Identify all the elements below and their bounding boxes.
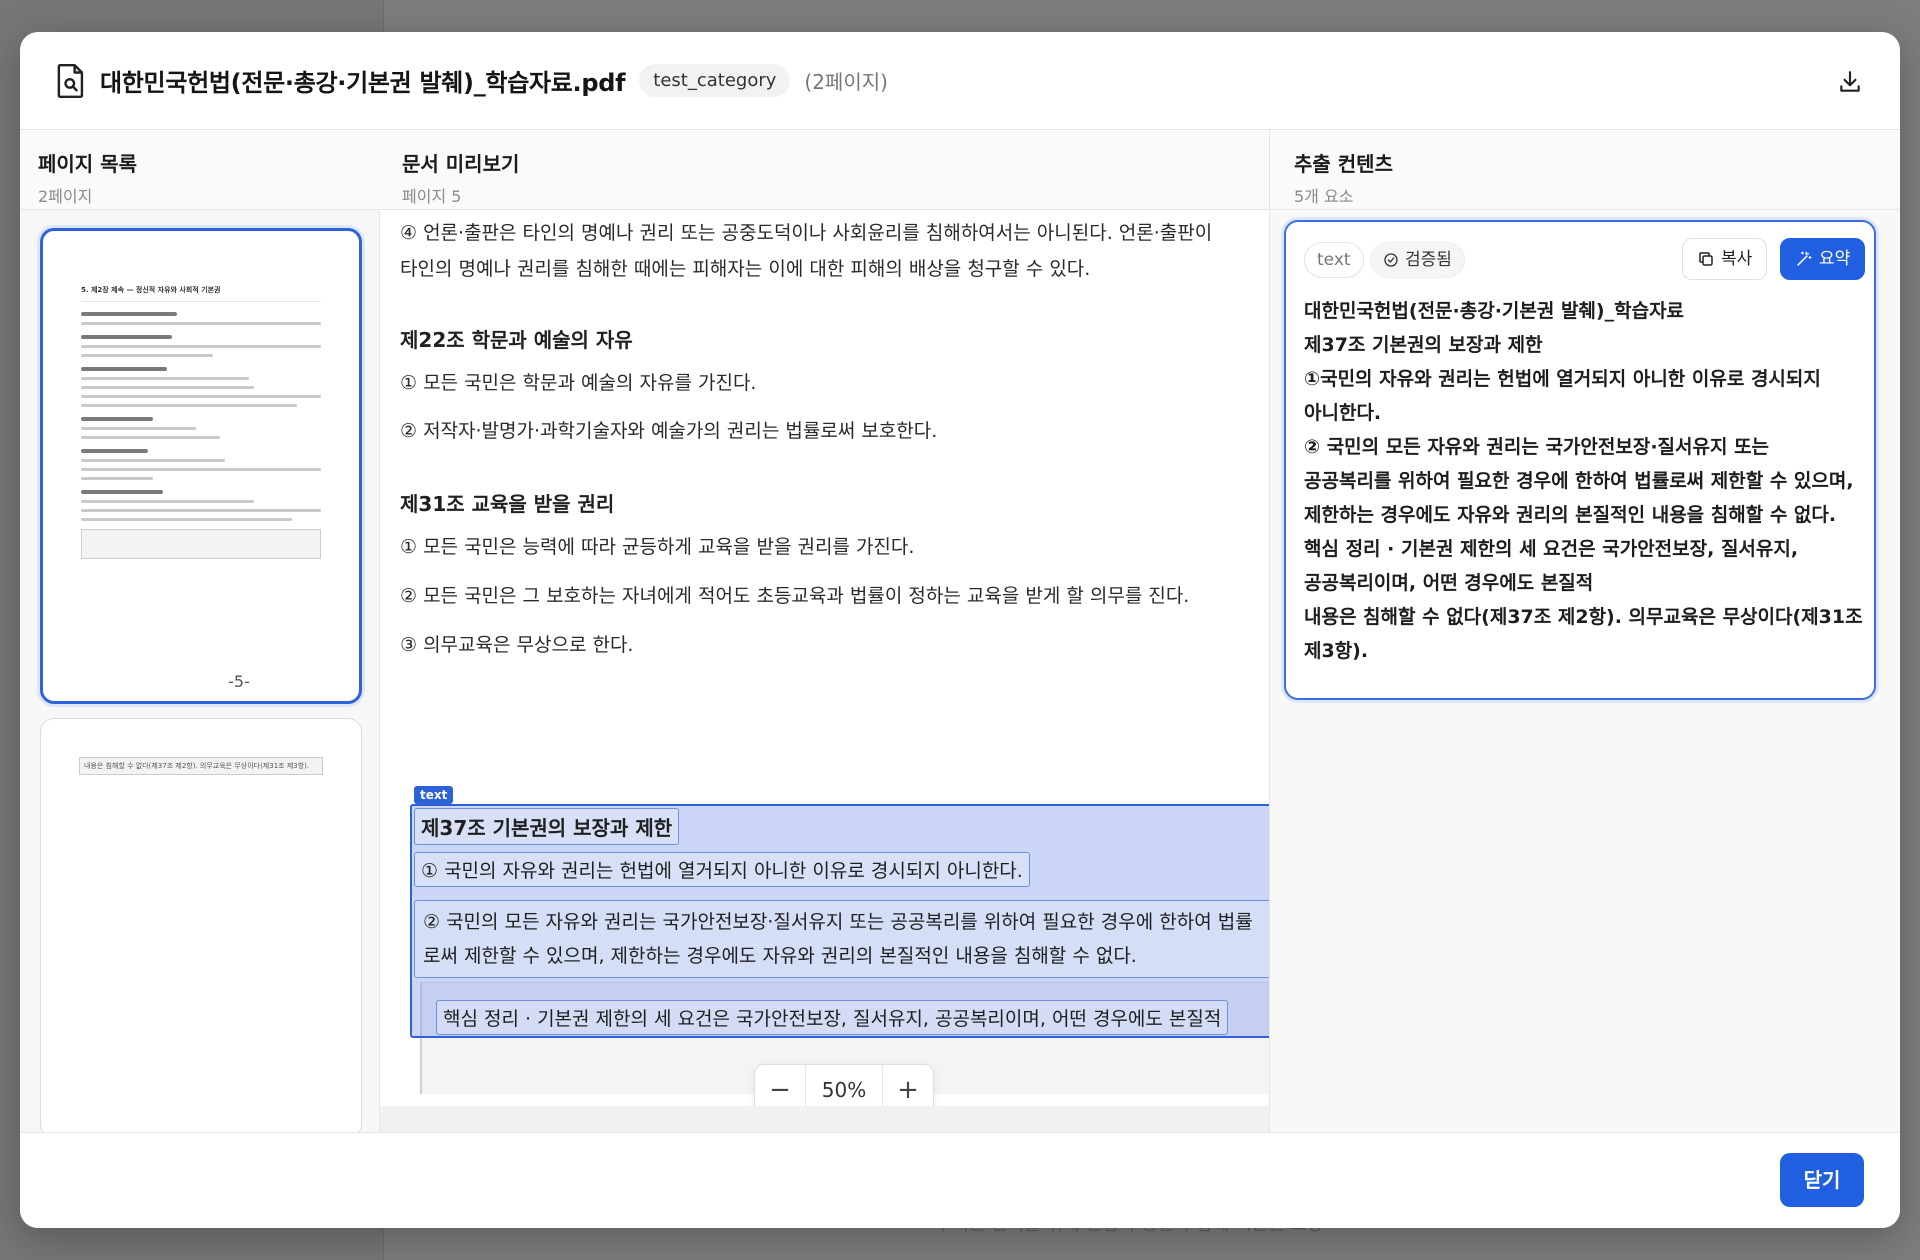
doc-line: ② 모든 국민은 그 보호하는 자녀에게 적어도 초등교육과 법률이 정하는 교… [400, 585, 1190, 607]
clause-2-line-b: 로써 제한할 수 있으며, 제한하는 경우에도 자유와 권리의 본질적인 내용을… [423, 945, 1137, 967]
modal-header: 대한민국헌법(전문·총강·기본권 발췌)_학습자료.pdf test_categ… [20, 32, 1900, 130]
extracted-line: 제3항). [1304, 640, 1369, 662]
file-title: 대한민국헌법(전문·총강·기본권 발췌)_학습자료.pdf [100, 69, 626, 97]
article-37-heading[interactable]: 제37조 기본권의 보장과 제한 [414, 808, 680, 845]
extracted-line: ①국민의 자유와 권리는 헌법에 열거되지 아니한 이유로 경시되지 [1304, 368, 1821, 390]
document-viewer-modal: 대한민국헌법(전문·총강·기본권 발췌)_학습자료.pdf test_categ… [20, 32, 1900, 1228]
zoom-in-button[interactable]: + [883, 1075, 933, 1105]
selected-text-block[interactable]: 제37조 기본권의 보장과 제한 ① 국민의 자유와 권리는 헌법에 열거되지 … [410, 804, 1269, 1038]
verified-label: 검증됨 [1405, 250, 1452, 270]
extracted-line: 제한하는 경우에도 자유와 권리의 본질적인 내용을 침해할 수 없다. [1304, 504, 1837, 526]
category-badge: test_category [639, 64, 791, 97]
extracted-line: 아니한다. [1304, 402, 1382, 424]
doc-line: 타인의 명예나 권리를 침해한 때에는 피해자는 이에 대한 피해의 배상을 청… [400, 258, 1091, 280]
page-thumbnail-6[interactable]: 내용은 침해할 수 없다(제37조 제2항). 의무교육은 무상이다(제31조 … [40, 718, 362, 1138]
preview-scroll-strip [380, 1106, 1269, 1132]
extracted-line: 공공복리를 위하여 필요한 경우에 한하여 법률로써 제한할 수 있으며, [1304, 470, 1854, 492]
callout-text[interactable]: 핵심 정리 · 기본권 제한의 세 요건은 국가안전보장, 질서유지, 공공복리… [436, 1000, 1229, 1035]
selection-type-tag: text [414, 786, 454, 804]
article-22-heading: 제22조 학문과 예술의 자유 [400, 328, 633, 352]
magic-wand-icon [1797, 251, 1812, 266]
extracted-line: 공공복리이며, 어떤 경우에도 본질적 [1304, 572, 1594, 594]
thumb-caption: 내용은 침해할 수 없다(제37조 제2항). 의무교육은 무상이다(제31조 … [79, 757, 323, 775]
article-31-heading: 제31조 교육을 받을 권리 [400, 492, 615, 516]
verified-chip: 검증됨 [1370, 242, 1465, 278]
summarize-button[interactable]: 요약 [1780, 238, 1866, 280]
download-button[interactable] [1830, 62, 1870, 102]
extracted-line: ② 국민의 모든 자유와 권리는 국가안전보장·질서유지 또는 [1304, 436, 1770, 458]
clause-2-line-a: ② 국민의 모든 자유와 권리는 국가안전보장·질서유지 또는 공공복리를 위하… [423, 911, 1253, 933]
file-search-icon [57, 63, 84, 98]
extracted-header: 추출 컨텐츠 5개 요소 [1270, 130, 1900, 210]
extracted-line: 핵심 정리 · 기본권 제한의 세 요건은 국가안전보장, 질서유지, [1304, 538, 1799, 560]
close-button[interactable]: 닫기 [1780, 1153, 1864, 1207]
page-list-panel: 페이지 목록 2페이지 5. 제2장 제속 — 정신적 자유와 사회적 기본권 [20, 130, 380, 1138]
preview-title: 문서 미리보기 [402, 152, 520, 176]
preview-header: 문서 미리보기 페이지 5 [380, 130, 1269, 210]
page-list-header: 페이지 목록 2페이지 [20, 130, 380, 210]
doc-line: ④ 언론·출판은 타인의 명예나 권리 또는 공중도덕이나 사회윤리를 침해하여… [400, 222, 1213, 244]
page-count: (2페이지) [804, 70, 888, 94]
thumb-heading: 5. 제2장 제속 — 정신적 자유와 사회적 기본권 [81, 286, 221, 294]
doc-line: ① 모든 국민은 학문과 예술의 자유를 가진다. [400, 372, 757, 394]
extracted-content-panel: 추출 컨텐츠 5개 요소 text 검증됨 복사 요약 대한민국헌법(전문·총강… [1270, 130, 1900, 1132]
element-type-chip: text [1304, 242, 1364, 278]
extracted-element-card[interactable]: text 검증됨 복사 요약 대한민국헌법(전문·총강·기본권 발췌)_학습자료… [1284, 220, 1876, 700]
extracted-title: 추출 컨텐츠 [1294, 152, 1393, 176]
modal-footer: 닫기 [20, 1132, 1900, 1228]
extracted-subtitle: 5개 요소 [1294, 187, 1354, 206]
document-preview-panel: 문서 미리보기 페이지 5 ④ 언론·출판은 타인의 명예나 권리 또는 공중도… [380, 130, 1270, 1132]
doc-line: ① 모든 국민은 능력에 따라 균등하게 교육을 받을 권리를 가진다. [400, 536, 915, 558]
page-list-title: 페이지 목록 [38, 152, 137, 176]
copy-label: 복사 [1721, 249, 1753, 269]
copy-icon [1699, 252, 1713, 266]
article-37-clause-1[interactable]: ① 국민의 자유와 권리는 헌법에 열거되지 아니한 이유로 경시되지 아니한다… [414, 852, 1030, 887]
page-thumbnail-5[interactable]: 5. 제2장 제속 — 정신적 자유와 사회적 기본권 -5- [40, 228, 362, 704]
copy-button[interactable]: 복사 [1682, 238, 1768, 280]
article-37-clause-2[interactable]: ② 국민의 모든 자유와 권리는 국가안전보장·질서유지 또는 공공복리를 위하… [414, 900, 1269, 978]
doc-line: ③ 의무교육은 무상으로 한다. [400, 634, 634, 656]
doc-line: ② 저작자·발명가·과학기술자와 예술가의 권리는 법률로써 보호한다. [400, 420, 938, 442]
extracted-line: 제37조 기본권의 보장과 제한 [1304, 334, 1543, 356]
download-icon [1840, 71, 1860, 92]
summarize-label: 요약 [1819, 249, 1851, 269]
check-circle-icon [1384, 253, 1398, 267]
thumb-page-number: -5- [228, 672, 250, 691]
zoom-out-button[interactable]: − [755, 1075, 805, 1105]
extracted-line: 대한민국헌법(전문·총강·기본권 발췌)_학습자료 [1304, 300, 1685, 322]
extracted-line: 내용은 침해할 수 없다(제37조 제2항). 의무교육은 무상이다(제31조 [1304, 606, 1863, 628]
preview-subtitle: 페이지 5 [402, 187, 462, 206]
extracted-text: 대한민국헌법(전문·총강·기본권 발췌)_학습자료 제37조 기본권의 보장과 … [1304, 294, 1864, 668]
page-list-subtitle: 2페이지 [38, 187, 93, 206]
